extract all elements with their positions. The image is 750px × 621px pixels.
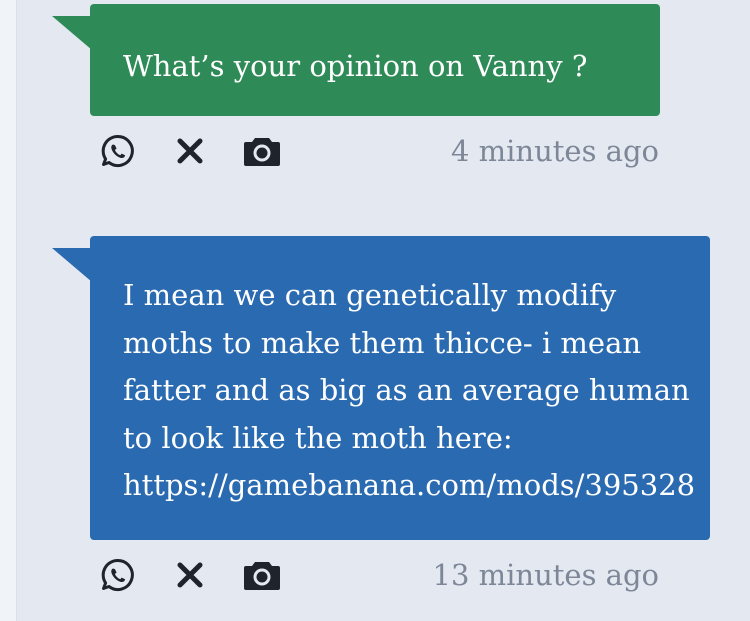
message-actions: [98, 131, 282, 171]
camera-icon[interactable]: [242, 555, 282, 595]
whatsapp-icon[interactable]: [98, 131, 138, 171]
close-icon[interactable]: [170, 555, 210, 595]
bubble-tail: [52, 16, 92, 50]
bubble-tail: [52, 248, 92, 282]
message-bubble: I mean we can genetically modify moths t…: [90, 236, 710, 540]
close-icon[interactable]: [170, 131, 210, 171]
message-bubble: What’s your opinion on Vanny ?: [90, 4, 660, 116]
timestamp: 13 minutes ago: [432, 558, 659, 592]
camera-icon[interactable]: [242, 131, 282, 171]
message-actions: [98, 555, 282, 595]
message-text: I mean we can genetically modify moths t…: [123, 278, 696, 502]
message-text: What’s your opinion on Vanny ?: [123, 49, 588, 83]
timestamp: 4 minutes ago: [450, 134, 659, 168]
left-edge: [0, 0, 17, 621]
whatsapp-icon[interactable]: [98, 555, 138, 595]
